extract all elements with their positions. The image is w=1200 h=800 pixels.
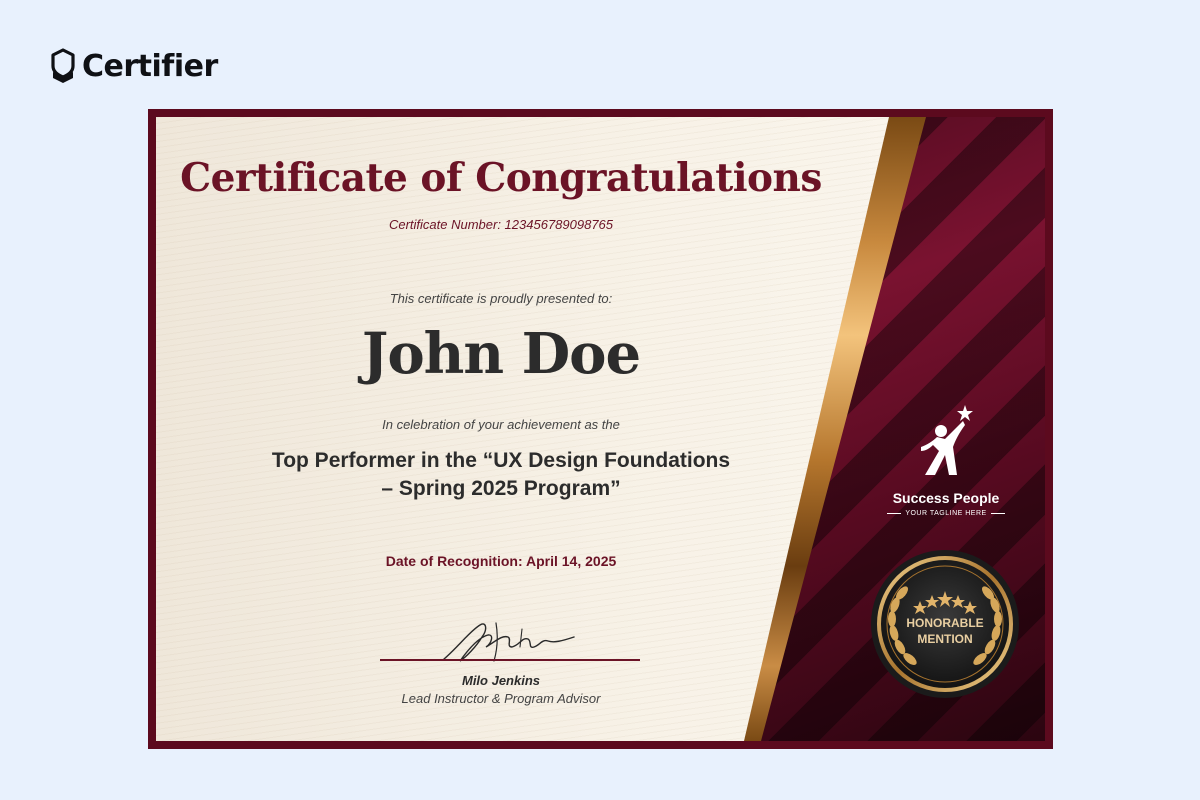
brand-logo: Certifier [50,48,218,84]
certificate-panel: Certificate of Congratulations Certifica… [156,117,1045,741]
achievement-line-1: Top Performer in the “UX Design Foundati… [271,449,731,472]
presented-to-text: This certificate is proudly presented to… [389,291,613,306]
brand-name: Certifier [82,48,218,84]
signature-icon [443,622,575,662]
recipient-name: John Doe [361,321,641,387]
recognition-date: Date of Recognition: April 14, 2025 [385,553,617,569]
celebration-text: In celebration of your achievement as th… [382,417,620,432]
certificate-title: Certificate of Congratulations [180,155,822,201]
signature-line [380,659,640,661]
certifier-badge-icon [51,48,75,83]
seal-text: HONORABLE MENTION [870,615,1020,647]
organization-name: Success People [892,490,1000,506]
certificate-number: Certificate Number: 123456789098765 [388,217,614,232]
seal-line-2: MENTION [917,632,973,646]
honorable-mention-seal: HONORABLE MENTION [870,549,1020,704]
achievement-title: Top Performer in the “UX Design Foundati… [251,447,751,503]
star-person-icon [921,405,973,475]
seal-line-1: HONORABLE [906,616,984,630]
signer-role: Lead Instructor & Program Advisor [401,691,601,706]
achievement-line-2: – Spring 2025 Program” [381,477,621,500]
organization-logo: Success People YOUR TAGLINE HERE [876,403,1016,517]
organization-tagline: YOUR TAGLINE HERE [876,510,1016,517]
certificate: Certificate of Congratulations Certifica… [148,109,1053,749]
signer-name: Milo Jenkins [461,673,541,688]
